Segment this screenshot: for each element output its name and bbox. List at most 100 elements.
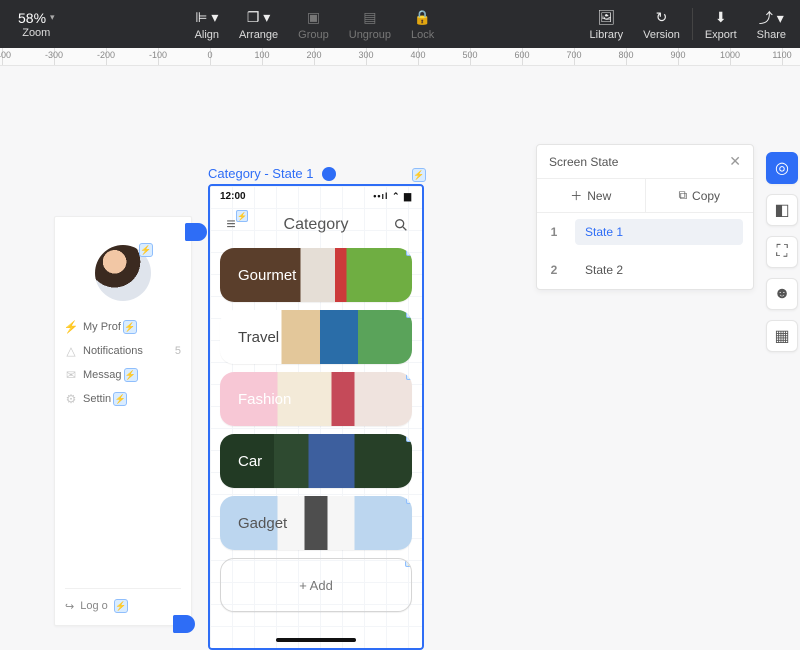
arrange-icon: ❐ ▾ xyxy=(247,8,270,28)
status-bar: 12:00 ••ıl ⌃ ▆ xyxy=(210,186,422,206)
interaction-badge-icon: ⚡ xyxy=(406,310,412,318)
smiley-icon[interactable]: ☻ xyxy=(766,278,798,310)
interaction-badge-icon: ⚡ xyxy=(124,368,138,382)
ruler-tick-label: -100 xyxy=(149,50,167,60)
profile-panel[interactable]: ⚡ ⚡My Prof⚡ △ Notifications 5 ✉Messag⚡⚙Setti… xyxy=(54,216,192,626)
plus-icon: ＋ xyxy=(570,187,582,204)
right-icon-rail: ◎ ◧ ⛶ ☻ ▦ xyxy=(764,144,800,352)
state-name: State 1 xyxy=(575,219,743,245)
row-icon: ⚡ xyxy=(65,321,77,333)
category-card[interactable]: Car ⚡ xyxy=(220,434,412,488)
category-label: Travel xyxy=(238,329,279,346)
row-label: Messag xyxy=(83,369,122,381)
new-state-button[interactable]: ＋New xyxy=(537,179,645,212)
sidebar-item[interactable]: ✉Messag⚡ xyxy=(65,363,181,387)
nav-bar: ≡⚡ Category xyxy=(210,206,422,244)
logout-row[interactable]: ↪ Log o ⚡ xyxy=(65,588,181,613)
share-button[interactable]: ⤴ ▾ Share xyxy=(747,0,800,48)
avatar[interactable]: ⚡ xyxy=(95,245,151,301)
cube-icon[interactable]: ◧ xyxy=(766,194,798,226)
ruler-tick-label: 500 xyxy=(462,50,477,60)
interaction-badge-icon: ⚡ xyxy=(406,372,412,380)
artboard-label[interactable]: Category - State 1 xyxy=(208,166,336,181)
panel-title: Screen State xyxy=(549,155,618,169)
category-label: Gadget xyxy=(238,515,287,532)
row-icon: △ xyxy=(65,345,77,357)
menu-button[interactable]: ≡⚡ xyxy=(220,214,242,236)
ruler-tick-label: 900 xyxy=(670,50,685,60)
ruler-tick-label: 600 xyxy=(514,50,529,60)
state-name: State 2 xyxy=(575,257,743,283)
status-indicators-icon: ••ıl ⌃ ▆ xyxy=(373,191,412,202)
horizontal-ruler: -400-300-200-100010020030040050060070080… xyxy=(0,48,800,66)
row-label: Settin xyxy=(83,393,111,405)
phone-artboard[interactable]: 12:00 ••ıl ⌃ ▆ ≡⚡ Category Gourmet⚡Trave… xyxy=(208,184,424,650)
interaction-badge-icon: ⚡ xyxy=(123,320,137,334)
ruler-tick-label: -400 xyxy=(0,50,11,60)
library-button[interactable]: 🖼 Library xyxy=(580,0,634,48)
ruler-tick-label: 800 xyxy=(618,50,633,60)
category-card[interactable]: Gadget⚡ xyxy=(220,496,412,550)
panel-link-icon[interactable] xyxy=(185,223,207,241)
state-index: 2 xyxy=(547,263,561,277)
lock-button: 🔒 Lock xyxy=(401,0,444,48)
ungroup-icon: ▤ xyxy=(363,8,376,28)
interaction-badge-icon[interactable]: ⚡ xyxy=(412,168,426,182)
state-index: 1 xyxy=(547,225,561,239)
sidebar-item[interactable]: △ Notifications 5 xyxy=(65,339,181,363)
target-icon[interactable]: ◎ xyxy=(766,152,798,184)
row-label: Notifications xyxy=(83,345,143,357)
version-button[interactable]: ↻ Version xyxy=(633,0,690,48)
interaction-badge-icon: ⚡ xyxy=(113,392,127,406)
ruler-tick-label: 200 xyxy=(306,50,321,60)
group-icon: ▣ xyxy=(307,8,320,28)
screen-title: Category xyxy=(242,216,390,234)
category-label: Car xyxy=(238,453,262,470)
row-count: 5 xyxy=(175,345,181,357)
lock-icon: 🔒 xyxy=(414,8,431,28)
interaction-badge-icon: ⚡ xyxy=(406,248,412,256)
layout-icon[interactable]: ▦ xyxy=(766,320,798,352)
close-button[interactable]: ✕ xyxy=(729,153,741,170)
category-label: Fashion xyxy=(238,391,291,408)
export-icon: ⬇ xyxy=(715,8,727,28)
copy-icon: ⧉ xyxy=(678,188,687,203)
interaction-badge-icon: ⚡ xyxy=(139,243,153,257)
library-icon: 🖼 xyxy=(597,8,615,28)
group-button: ▣ Group xyxy=(288,0,339,48)
search-button[interactable] xyxy=(390,214,412,236)
ruler-tick-label: 1100 xyxy=(772,50,791,60)
ruler-tick-label: -200 xyxy=(97,50,115,60)
align-button[interactable]: ⊫ ▾ Align xyxy=(185,0,229,48)
interaction-badge-icon: ⚡ xyxy=(236,210,248,222)
ruler-tick-label: 0 xyxy=(207,50,212,60)
top-toolbar: 58%▾ Zoom ⊫ ▾ Align ❐ ▾ Arrange ▣ Group … xyxy=(0,0,800,48)
ruler-tick-label: 700 xyxy=(566,50,581,60)
category-card[interactable]: Gourmet ⚡ xyxy=(220,248,412,302)
export-button[interactable]: ⬇ Export xyxy=(695,0,747,48)
category-card[interactable]: Fashion ⚡ xyxy=(220,372,412,426)
add-category-button[interactable]: + Add⚡ xyxy=(220,558,412,612)
search-icon xyxy=(393,217,409,233)
panel-link-icon[interactable] xyxy=(173,615,195,633)
category-card[interactable]: Travel ⚡ xyxy=(220,310,412,364)
add-label: + Add xyxy=(299,578,333,593)
sidebar-item[interactable]: ⚙Settin⚡ xyxy=(65,387,181,411)
copy-state-button[interactable]: ⧉Copy xyxy=(646,179,754,212)
canvas[interactable]: Category - State 1 ⚡ ⚡ ⚡My Prof⚡ △ Notific… xyxy=(0,66,800,593)
zoom-control[interactable]: 58%▾ Zoom xyxy=(0,0,65,48)
category-label: Gourmet xyxy=(238,267,296,284)
logout-icon: ↪ xyxy=(65,600,74,613)
interaction-badge-icon: ⚡ xyxy=(406,434,412,442)
state-row[interactable]: 2 State 2 xyxy=(537,251,753,289)
screen-state-panel: Screen State ✕ ＋New ⧉Copy 1 State 1 2 State… xyxy=(536,144,754,290)
arrange-button[interactable]: ❐ ▾ Arrange xyxy=(229,0,288,48)
state-row[interactable]: 1 State 1 xyxy=(537,213,753,251)
fullscreen-icon[interactable]: ⛶ xyxy=(766,236,798,268)
gear-icon[interactable] xyxy=(322,167,336,181)
status-time: 12:00 xyxy=(220,191,246,202)
home-indicator xyxy=(276,638,356,642)
zoom-label: Zoom xyxy=(22,27,50,39)
caret-down-icon: ▾ xyxy=(50,12,55,23)
sidebar-item[interactable]: ⚡My Prof⚡ xyxy=(65,315,181,339)
